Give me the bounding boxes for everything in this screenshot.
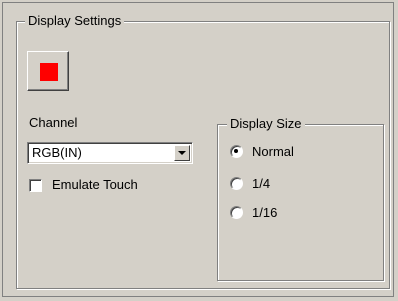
emulate-touch-checkbox[interactable] xyxy=(29,179,42,192)
color-swatch xyxy=(40,63,58,81)
chevron-down-icon[interactable] xyxy=(174,145,190,161)
display-settings-title: Display Settings xyxy=(25,13,125,29)
radio-size-sixteenth[interactable] xyxy=(230,206,243,219)
channel-label: Channel xyxy=(29,115,78,130)
emulate-touch-label[interactable]: Emulate Touch xyxy=(52,177,138,193)
radio-size-normal-label[interactable]: Normal xyxy=(252,144,294,160)
color-picker-button[interactable] xyxy=(27,51,69,91)
display-size-title: Display Size xyxy=(227,116,305,132)
radio-size-sixteenth-label[interactable]: 1/16 xyxy=(252,205,277,221)
radio-size-normal[interactable] xyxy=(230,145,243,158)
radio-size-quarter[interactable] xyxy=(230,177,243,190)
channel-select[interactable]: RGB(IN) xyxy=(27,142,193,164)
channel-select-value: RGB(IN) xyxy=(32,145,82,160)
radio-size-quarter-label[interactable]: 1/4 xyxy=(252,176,270,192)
